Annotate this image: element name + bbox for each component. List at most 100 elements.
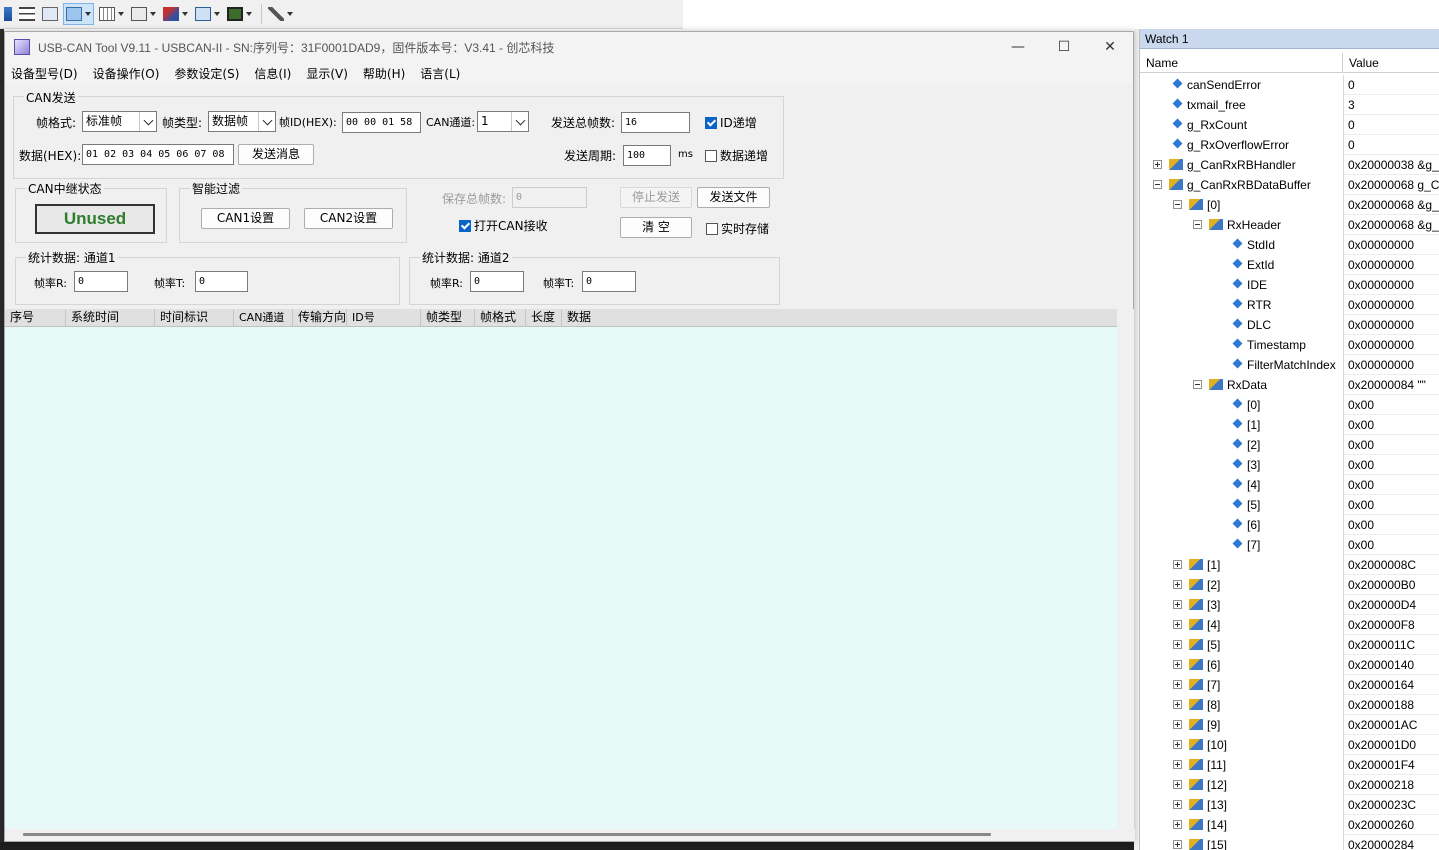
expand-icon[interactable] [1173, 800, 1182, 809]
watch-row[interactable]: FilterMatchIndex 0x00000000 [1140, 355, 1439, 375]
watch-value[interactable]: 0x00 [1343, 515, 1439, 535]
watch-value[interactable]: 0x20000218 [1343, 775, 1439, 795]
col-id[interactable]: ID号 [347, 309, 421, 327]
total-frames-input[interactable]: 16 [621, 112, 690, 133]
col-frame-format[interactable]: 帧格式 [475, 309, 526, 327]
toolbar-trace-button[interactable] [161, 3, 190, 25]
data-input[interactable]: 01 02 03 04 05 06 07 08 [82, 144, 234, 165]
watch-row[interactable]: [11] 0x200001F4 [1140, 755, 1439, 775]
watch-value[interactable]: 0x00 [1343, 415, 1439, 435]
frame-format-select[interactable]: 标准帧 [82, 111, 157, 132]
scrollbar-thumb[interactable] [23, 833, 991, 836]
expand-icon[interactable] [1173, 580, 1182, 589]
watch-row[interactable]: RTR 0x00000000 [1140, 295, 1439, 315]
col-index[interactable]: 序号 [5, 309, 66, 327]
watch-row[interactable]: RxData 0x20000084 "" [1140, 375, 1439, 395]
watch-value[interactable]: 0x00 [1343, 435, 1439, 455]
col-direction[interactable]: 传输方向 [293, 309, 347, 327]
watch-value[interactable]: 0x20000140 [1343, 655, 1439, 675]
toolbar-chip-button[interactable] [225, 3, 254, 25]
watch-row[interactable]: [13] 0x2000023C [1140, 795, 1439, 815]
watch-value[interactable]: 0x00000000 [1343, 355, 1439, 375]
watch-row[interactable]: [4] 0x00 [1140, 475, 1439, 495]
send-period-input[interactable]: 100 [623, 145, 671, 166]
watch-row[interactable]: g_CanRxRBDataBuffer 0x20000068 g_Can [1140, 175, 1439, 195]
watch-row[interactable]: [3] 0x200000D4 [1140, 595, 1439, 615]
watch-value[interactable]: 0x00000000 [1343, 335, 1439, 355]
frame-type-select[interactable]: 数据帧 [208, 111, 276, 132]
toolbar-watch-button[interactable] [63, 3, 94, 25]
collapse-icon[interactable] [1193, 220, 1202, 229]
watch-value[interactable]: 0x200000B0 [1343, 575, 1439, 595]
watch-col-value[interactable]: Value [1343, 53, 1379, 72]
menu-help[interactable]: 帮助(H) [363, 65, 405, 82]
watch-row[interactable]: StdId 0x00000000 [1140, 235, 1439, 255]
watch-row[interactable]: [0] 0x00 [1140, 395, 1439, 415]
close-icon[interactable]: ✕ [1087, 32, 1133, 62]
toolbar-serial-button[interactable] [129, 3, 158, 25]
toolbar-list-button[interactable] [17, 3, 37, 25]
watch-value[interactable]: 0x20000188 [1343, 695, 1439, 715]
watch-value[interactable]: 0x00000000 [1343, 295, 1439, 315]
watch-value[interactable]: 0x20000284 [1343, 835, 1439, 850]
realtime-save-checkbox[interactable]: 实时存储 [706, 220, 769, 237]
watch-value[interactable]: 0x2000008C [1343, 555, 1439, 575]
watch-row[interactable]: [4] 0x200000F8 [1140, 615, 1439, 635]
watch-value[interactable]: 0x00000000 [1343, 255, 1439, 275]
watch-row[interactable]: [8] 0x20000188 [1140, 695, 1439, 715]
expand-icon[interactable] [1173, 640, 1182, 649]
menu-language[interactable]: 语言(L) [420, 65, 460, 82]
watch-value[interactable]: 0x00 [1343, 495, 1439, 515]
watch-value[interactable]: 0 [1343, 115, 1439, 135]
data-increment-checkbox[interactable]: 数据递增 [705, 147, 768, 164]
watch-row[interactable]: g_CanRxRBHandler 0x20000038 &g_C [1140, 155, 1439, 175]
send-file-button[interactable]: 发送文件 [697, 187, 770, 208]
watch-row[interactable]: [7] 0x00 [1140, 535, 1439, 555]
watch-col-name[interactable]: Name [1140, 53, 1343, 72]
watch-value[interactable]: 3 [1343, 95, 1439, 115]
expand-icon[interactable] [1173, 740, 1182, 749]
watch-value[interactable]: 0x20000164 [1343, 675, 1439, 695]
watch-value[interactable]: 0x200000D4 [1343, 595, 1439, 615]
watch-row[interactable]: [5] 0x00 [1140, 495, 1439, 515]
col-system-time[interactable]: 系统时间 [66, 309, 155, 327]
col-frame-type[interactable]: 帧类型 [421, 309, 475, 327]
can2-settings-button[interactable]: CAN2设置 [304, 208, 393, 229]
watch-value[interactable]: 0 [1343, 75, 1439, 95]
watch-value[interactable]: 0x00 [1343, 455, 1439, 475]
watch-row[interactable]: [3] 0x00 [1140, 455, 1439, 475]
id-increment-checkbox[interactable]: ID递增 [705, 114, 757, 131]
toolbar-memory-button[interactable] [97, 3, 126, 25]
col-data[interactable]: 数据 [562, 309, 1117, 327]
watch-value[interactable]: 0x20000038 &g_C [1343, 155, 1439, 175]
expand-icon[interactable] [1173, 840, 1182, 849]
watch-row[interactable]: [6] 0x00 [1140, 515, 1439, 535]
expand-icon[interactable] [1173, 720, 1182, 729]
watch-row[interactable]: Timestamp 0x00000000 [1140, 335, 1439, 355]
expand-icon[interactable] [1173, 820, 1182, 829]
watch-value[interactable]: 0x00000000 [1343, 275, 1439, 295]
menu-device-model[interactable]: 设备型号(D) [11, 65, 78, 82]
watch-row[interactable]: [12] 0x20000218 [1140, 775, 1439, 795]
toolbar-db-button[interactable] [2, 3, 14, 25]
watch-row[interactable]: [1] 0x2000008C [1140, 555, 1439, 575]
watch-value[interactable]: 0x200001AC [1343, 715, 1439, 735]
watch-value[interactable]: 0x20000068 &g_C [1343, 215, 1439, 235]
watch-row[interactable]: IDE 0x00000000 [1140, 275, 1439, 295]
expand-icon[interactable] [1173, 780, 1182, 789]
can-channel-select[interactable]: 1 [477, 111, 529, 132]
expand-icon[interactable] [1173, 700, 1182, 709]
watch-row[interactable]: ExtId 0x00000000 [1140, 255, 1439, 275]
watch-value[interactable]: 0x200001F4 [1343, 755, 1439, 775]
maximize-icon[interactable]: ☐ [1041, 32, 1087, 62]
watch-value[interactable]: 0x200001D0 [1343, 735, 1439, 755]
watch-value[interactable]: 0x00 [1343, 475, 1439, 495]
watch-value[interactable]: 0 [1343, 135, 1439, 155]
col-timestamp[interactable]: 时间标识 [155, 309, 234, 327]
watch-value[interactable]: 0x20000084 "" [1343, 375, 1439, 395]
menu-device-operation[interactable]: 设备操作(O) [93, 65, 160, 82]
watch-row[interactable]: [2] 0x00 [1140, 435, 1439, 455]
expand-icon[interactable] [1173, 600, 1182, 609]
expand-icon[interactable] [1173, 660, 1182, 669]
watch-value[interactable]: 0x20000260 [1343, 815, 1439, 835]
